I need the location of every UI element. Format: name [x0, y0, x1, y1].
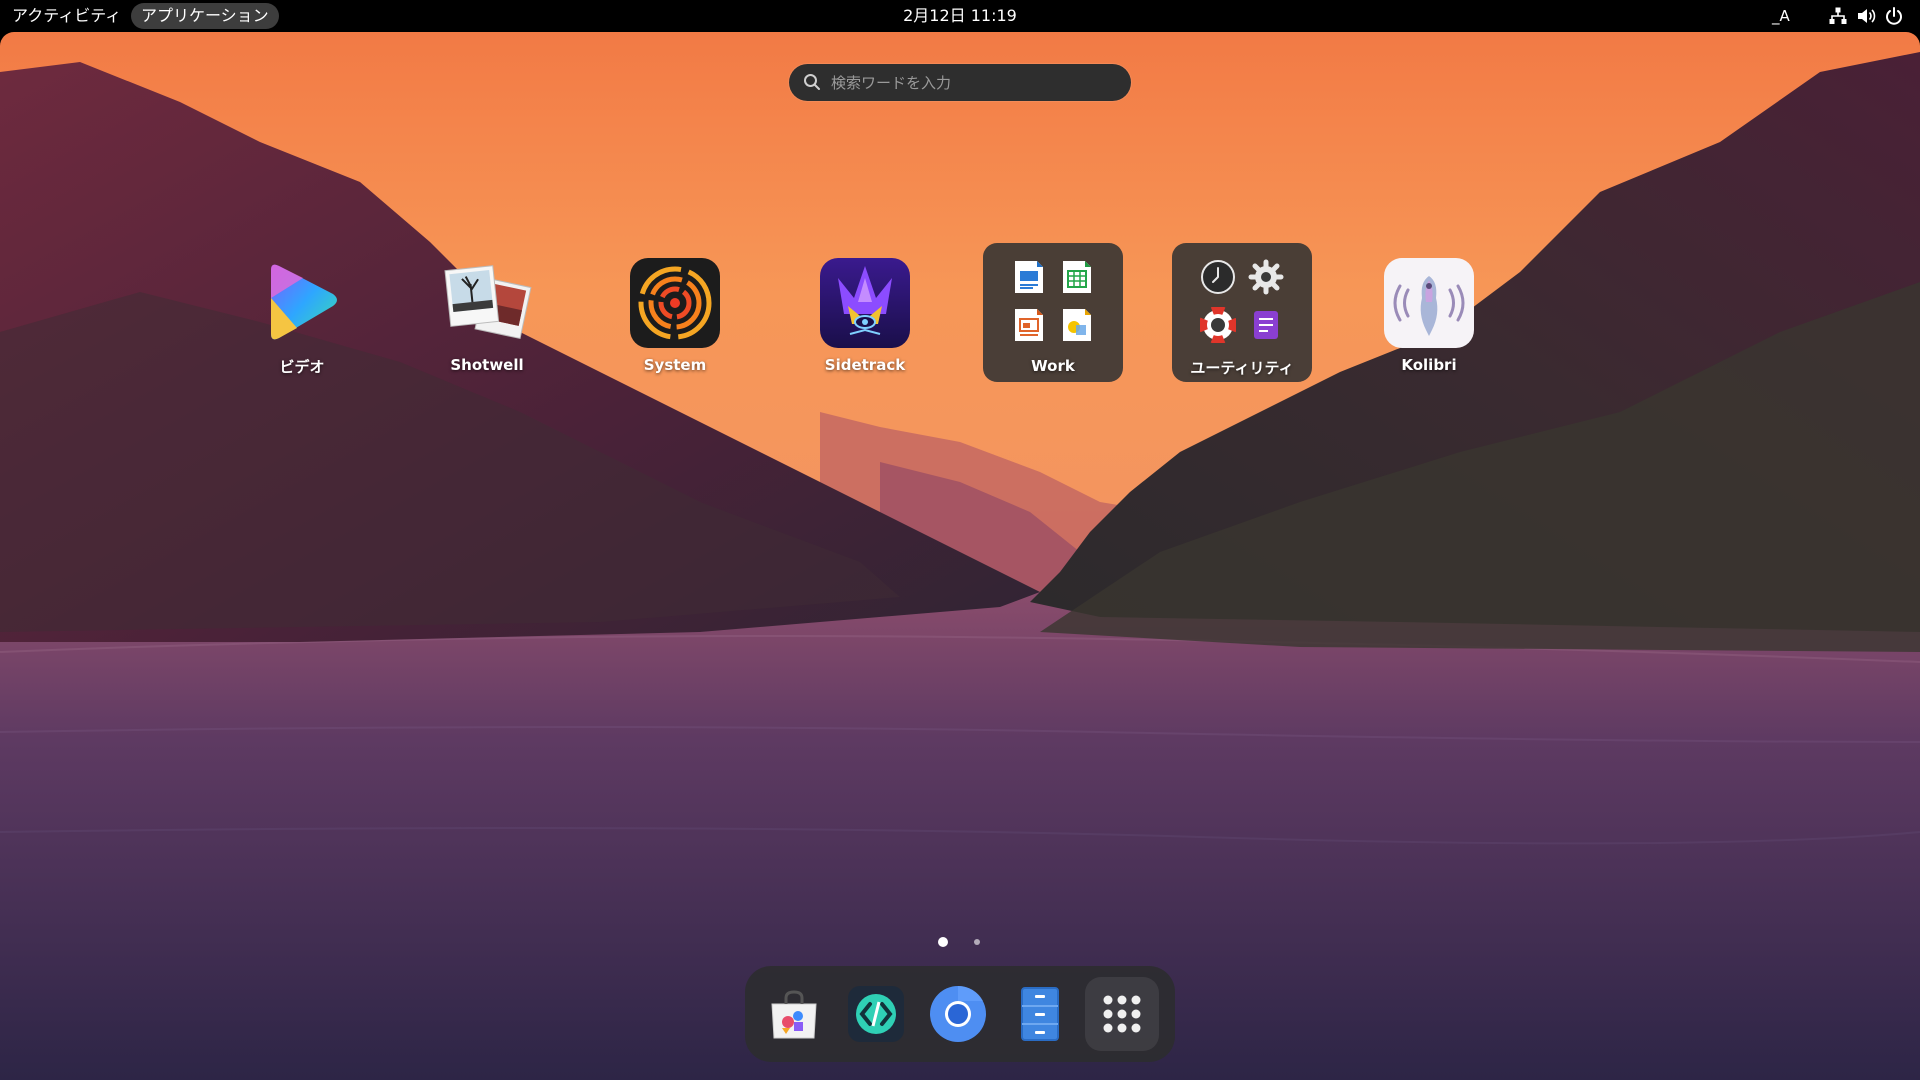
app-label: Sidetrack — [824, 356, 906, 374]
folder-label: Work — [1031, 357, 1075, 375]
search-icon — [804, 74, 820, 90]
app-label: ビデオ — [279, 358, 325, 376]
kolibri-icon — [1384, 258, 1474, 348]
wallpaper — [0, 32, 1920, 1080]
app-grid-overview: ビデオ Shotwell System — [0, 32, 1920, 1080]
folder-work[interactable]: Work — [983, 243, 1123, 382]
extension-icon — [1254, 311, 1278, 339]
folder-label: ユーティリティ — [1190, 359, 1294, 377]
videos-icon — [271, 264, 337, 340]
app-sidetrack[interactable]: Sidetrack — [795, 242, 935, 382]
clock-button[interactable]: 2月12日 11:19 — [903, 6, 1017, 25]
app-label: System — [643, 356, 707, 374]
code-editor-icon — [848, 986, 904, 1042]
activities-button[interactable]: アクティビティ — [2, 3, 131, 29]
app-kolibri[interactable]: Kolibri — [1359, 242, 1499, 382]
sidetrack-icon — [820, 258, 910, 348]
search-input[interactable] — [831, 64, 1121, 101]
dock-files[interactable] — [1003, 977, 1077, 1051]
search-field[interactable] — [789, 64, 1131, 101]
writer-icon — [1015, 261, 1043, 293]
app-shotwell[interactable]: Shotwell — [417, 242, 557, 382]
shotwell-icon — [444, 265, 532, 340]
dock-software-store[interactable] — [757, 977, 831, 1051]
draw-icon — [1063, 309, 1091, 341]
show-apps-icon — [1103, 995, 1141, 1033]
calc-icon — [1063, 261, 1091, 293]
network-icon[interactable] — [1828, 6, 1848, 26]
input-method-indicator[interactable]: _A — [1772, 0, 1790, 32]
applications-menu-button[interactable]: アプリケーション — [131, 3, 279, 29]
page-dot-active[interactable] — [938, 937, 948, 947]
app-label: Kolibri — [1401, 356, 1457, 374]
dock — [745, 966, 1175, 1062]
dock-show-apps[interactable] — [1085, 977, 1159, 1051]
app-system[interactable]: System — [605, 242, 745, 382]
software-store-icon — [771, 990, 817, 1039]
power-icon[interactable] — [1884, 6, 1904, 26]
dock-chromium[interactable] — [921, 977, 995, 1051]
files-icon — [1021, 987, 1059, 1041]
dock-code-editor[interactable] — [839, 977, 913, 1051]
clock-icon — [1201, 260, 1235, 294]
volume-icon[interactable] — [1856, 6, 1876, 26]
folder-utilities[interactable]: ユーティリティ — [1172, 243, 1312, 382]
settings-gear-icon — [1248, 259, 1284, 295]
chromium-icon — [930, 985, 986, 1042]
app-videos[interactable]: ビデオ — [232, 242, 372, 382]
app-label: Shotwell — [450, 356, 524, 374]
help-lifebuoy-icon — [1200, 307, 1236, 343]
system-icon — [630, 258, 720, 348]
clock-container: 2月12日 11:19 — [0, 0, 1920, 32]
impress-icon — [1015, 309, 1043, 341]
page-dot[interactable] — [974, 939, 980, 945]
top-bar: アクティビティ アプリケーション 2月12日 11:19 _A — [0, 0, 1920, 32]
